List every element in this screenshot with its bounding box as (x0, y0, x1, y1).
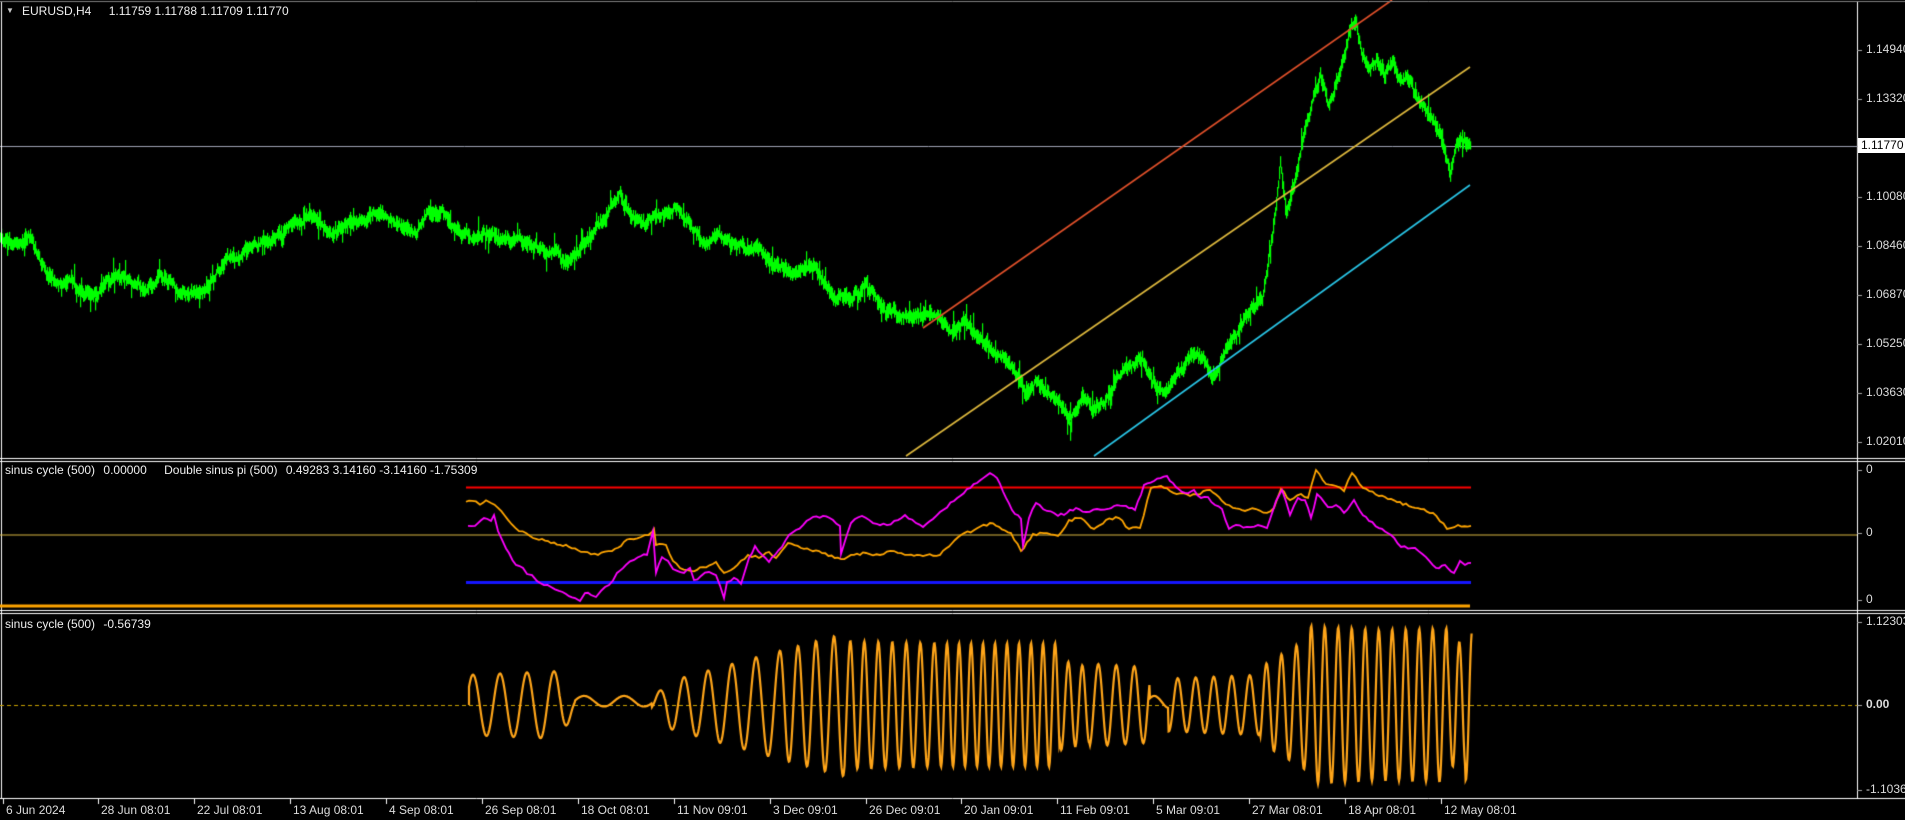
chart-canvas[interactable] (0, 0, 1905, 820)
price-tick-label: 1.13320 (1866, 91, 1905, 105)
time-tick-label: 4 Sep 08:01 (389, 803, 454, 817)
time-tick-label: 28 Jun 08:01 (101, 803, 171, 817)
time-tick-label: 27 Mar 08:01 (1252, 803, 1323, 817)
time-tick-label: 20 Jan 09:01 (964, 803, 1034, 817)
price-tick-label: 1.08460 (1866, 238, 1905, 252)
time-tick-label: 13 Aug 08:01 (293, 803, 364, 817)
time-tick-label: 18 Oct 08:01 (581, 803, 650, 817)
ohlc-quotes: 1.11759 1.11788 1.11709 1.11770 (108, 4, 289, 18)
chart-window: ▼ EURUSD,H4 1.11759 1.11788 1.11709 1.11… (0, 0, 1905, 820)
symbol-dropdown-icon[interactable]: ▼ (6, 6, 14, 15)
indicator2-tick-label: 1.12303 (1866, 614, 1905, 628)
symbol-period-label: EURUSD,H4 (22, 4, 92, 18)
time-tick-label: 26 Dec 09:01 (869, 803, 941, 817)
time-tick-label: 18 Apr 08:01 (1348, 803, 1417, 817)
price-tick-label: 1.06870 (1866, 287, 1905, 301)
indicator1-tick-label: 0 (1866, 525, 1873, 539)
price-tick-label: 1.05250 (1866, 336, 1905, 350)
indicator1-title: sinus cycle (500) 0.00000 Double sinus p… (5, 463, 477, 477)
indicator2-title: sinus cycle (500) -0.56739 (5, 617, 151, 631)
price-tick-label: 1.14940 (1866, 42, 1905, 56)
indicator1-tick-label: 0 (1866, 462, 1873, 476)
time-tick-label: 6 Jun 2024 (6, 803, 66, 817)
current-price-tag: 1.11770 (1858, 138, 1905, 153)
time-tick-label: 26 Sep 08:01 (485, 803, 557, 817)
indicator2-name: sinus cycle (500) (5, 617, 96, 631)
indicator2-tick-label: 0.00 (1866, 697, 1890, 711)
indicator1-value: 0.00000 (103, 463, 147, 477)
price-tick-label: 1.10080 (1866, 189, 1905, 203)
price-tick-label: 1.03630 (1866, 385, 1905, 399)
time-tick-label: 3 Dec 09:01 (773, 803, 838, 817)
indicator1-name: sinus cycle (500) (5, 463, 96, 477)
price-tick-label: 1.02010 (1866, 434, 1905, 448)
time-tick-label: 11 Nov 09:01 (677, 803, 748, 817)
time-tick-label: 5 Mar 09:01 (1156, 803, 1221, 817)
indicator1-tick-label: 0 (1866, 592, 1873, 606)
indicator1b-values: 0.49283 3.14160 -3.14160 -1.75309 (285, 463, 478, 477)
time-tick-label: 22 Jul 08:01 (197, 803, 263, 817)
chart-title: ▼ EURUSD,H4 1.11759 1.11788 1.11709 1.11… (6, 4, 289, 18)
time-tick-label: 11 Feb 09:01 (1060, 803, 1130, 817)
indicator1b-name: Double sinus pi (500) (164, 463, 278, 477)
time-tick-label: 12 May 08:01 (1444, 803, 1517, 817)
indicator2-tick-label: -1.10369 (1866, 782, 1905, 796)
indicator2-value: -0.56739 (103, 617, 151, 631)
